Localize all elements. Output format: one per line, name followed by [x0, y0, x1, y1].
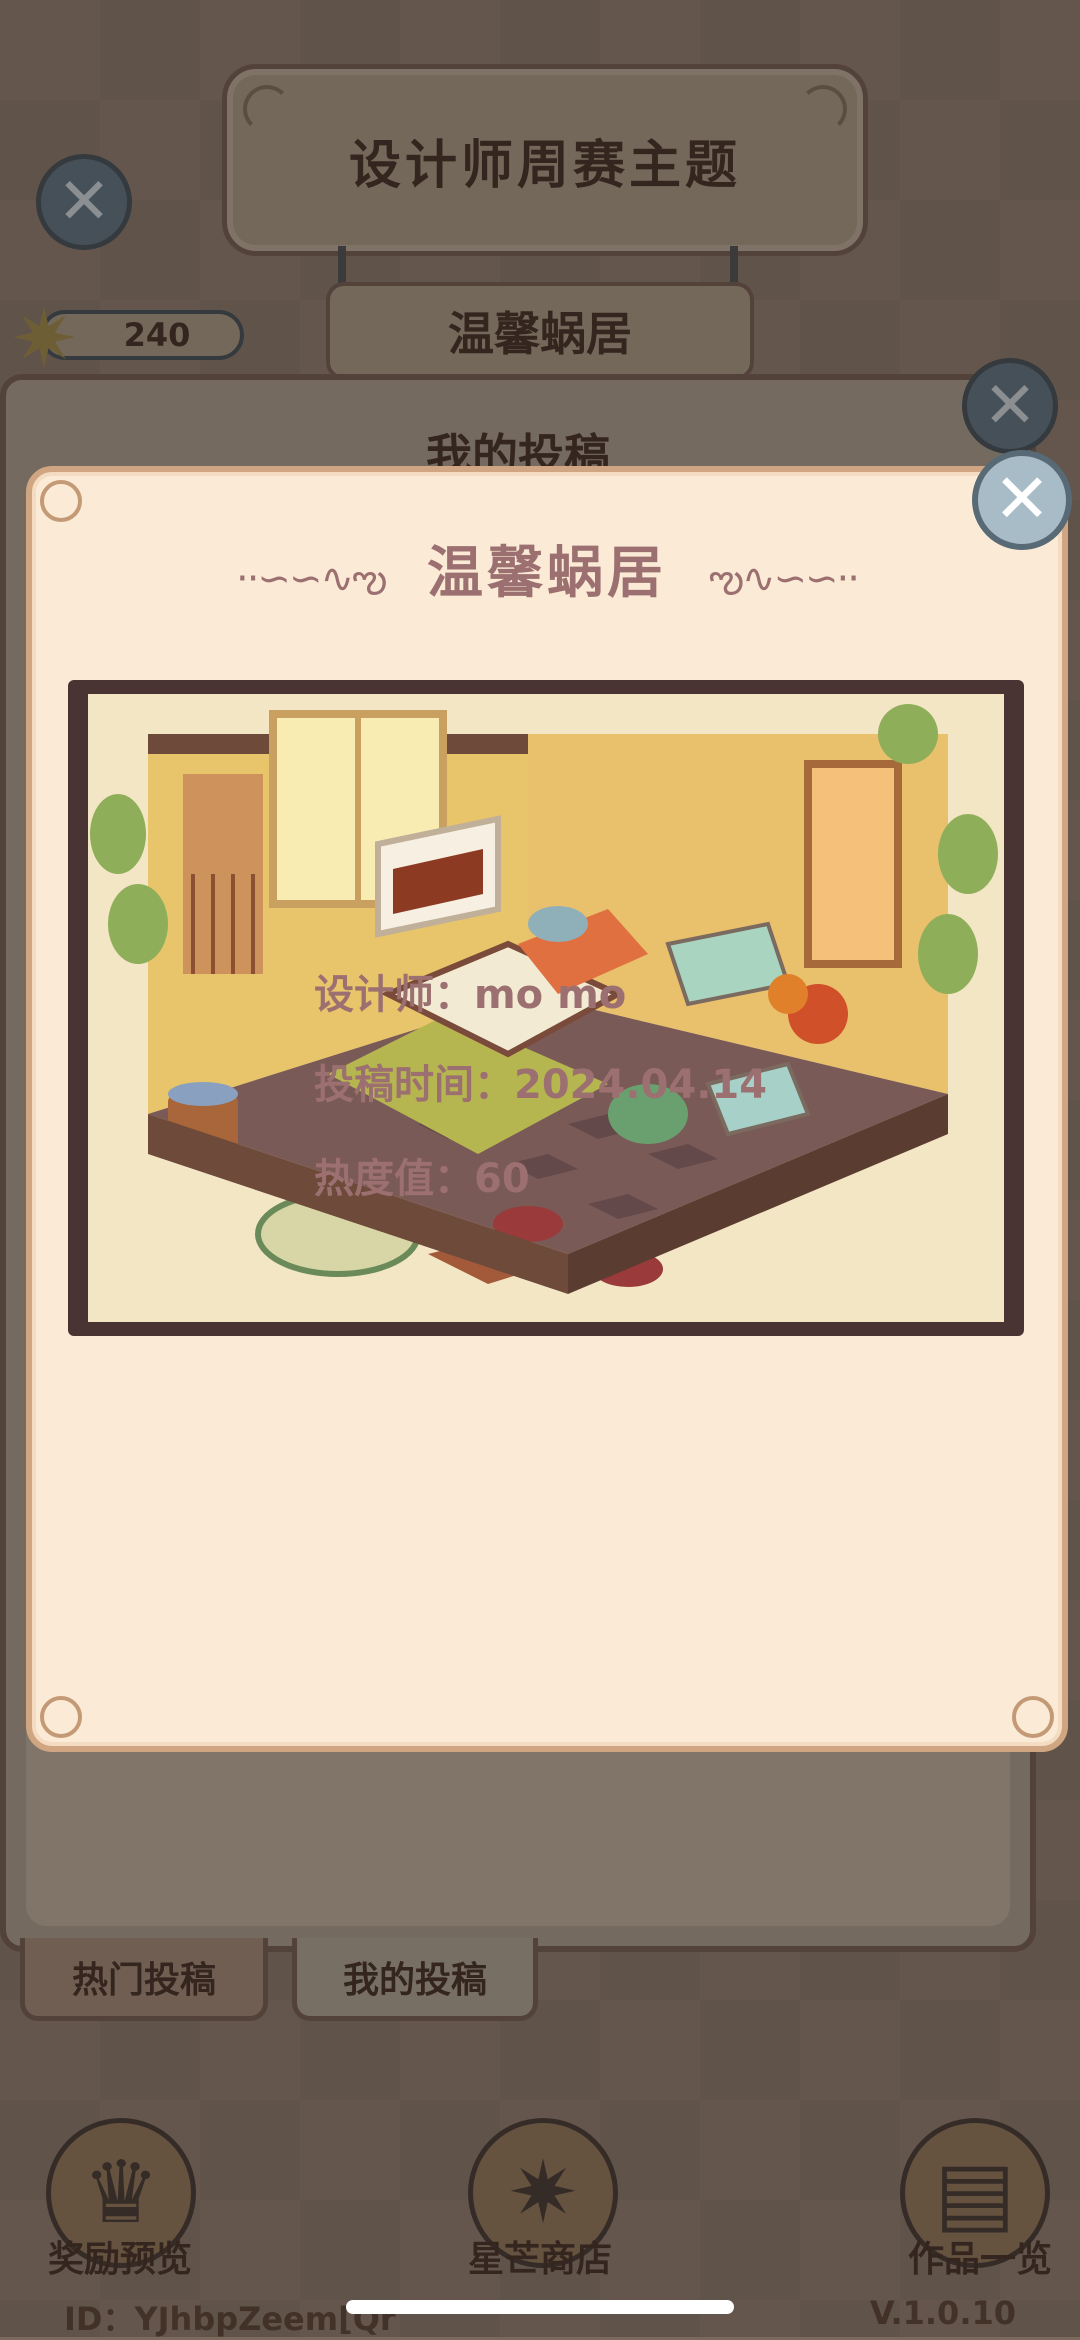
version-text: V.1.0.10: [869, 2294, 1016, 2332]
designer-label: 设计师：: [314, 972, 474, 1018]
submit-time-row: 投稿时间：2024.04.14: [314, 1052, 767, 1110]
submission-detail-dialog: ··∽∽∿ఌ ఌ∿∽∽·· 温馨蜗居 设计师：mo mo 投稿时间：2024.0…: [26, 466, 1068, 1752]
submit-time-label: 投稿时间：: [314, 1062, 514, 1108]
dialog-close-button[interactable]: ✕: [972, 450, 1072, 550]
player-id: ID：YJhbpZeem[Qr: [64, 2300, 396, 2338]
designer-value: mo mo: [474, 972, 627, 1018]
designer-row: 设计师：mo mo: [314, 962, 626, 1020]
dialog-title: 温馨蜗居: [427, 541, 667, 606]
corner-ornament: [1012, 1696, 1054, 1738]
heat-label: 热度值：: [314, 1156, 474, 1202]
heat-value: 60: [474, 1156, 530, 1202]
submit-time-value: 2024.04.14: [514, 1062, 768, 1108]
heat-row: 热度值：60: [314, 1146, 530, 1204]
close-icon: ✕: [993, 460, 1051, 539]
corner-ornament: [40, 1696, 82, 1738]
corner-ornament: [40, 480, 82, 522]
home-indicator[interactable]: [346, 2300, 734, 2314]
